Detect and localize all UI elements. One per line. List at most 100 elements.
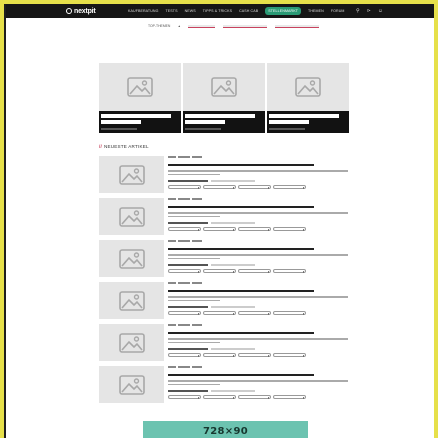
tag-chip[interactable] [238,269,271,273]
article-headline[interactable] [168,290,314,293]
browser-viewport: nextpit KAUFBERATUNG TESTS NEWS TIPPS & … [4,4,434,438]
list-item[interactable] [99,156,349,198]
top-themen-label: TOP-THEMEN [148,24,171,28]
article-author[interactable] [168,306,208,308]
nav-item-tipps-tricks[interactable]: TIPPS & TRICKS [203,7,232,15]
accent-slash-icon: // [99,144,102,149]
featured-caption [99,111,181,133]
tag-chip[interactable] [273,227,306,231]
tag-chip[interactable] [203,311,236,315]
nextpit-logo[interactable]: nextpit [66,7,96,15]
article-teaser [168,212,348,214]
tag-chip[interactable] [238,353,271,357]
top-navigation-bar: nextpit KAUFBERATUNG TESTS NEWS TIPPS & … [6,4,434,18]
featured-caption [267,111,349,133]
tag-chip[interactable] [203,227,236,231]
tag-chip[interactable] [273,395,306,399]
list-item[interactable] [99,324,349,366]
article-teaser [168,173,220,175]
nav-item-stellenmarkt[interactable]: STELLENMARKT [265,7,302,15]
image-placeholder-icon [99,156,164,193]
nav-item-cash-cab[interactable]: CASH CAB [239,7,258,15]
article-author[interactable] [168,348,208,350]
article-author[interactable] [168,264,208,266]
tag-chip[interactable] [168,227,201,231]
top-themen-link[interactable] [188,24,216,28]
list-item[interactable] [99,198,349,240]
article-date [211,306,255,308]
article-author[interactable] [168,390,208,392]
top-themen-bar: TOP-THEMEN ▴ [148,24,320,28]
tag-chip[interactable] [203,269,236,273]
logo-mark-icon [66,8,72,14]
article-teaser [168,296,348,298]
article-teaser [168,254,348,256]
user-icon[interactable]: ☺ [378,7,383,15]
article-headline[interactable] [168,164,314,167]
article-headline[interactable] [168,206,314,209]
nav-item-news[interactable]: NEWS [185,7,196,15]
article-date [211,222,255,224]
header-icons: ⚲ ⋗ ☺ [356,7,383,15]
article-author[interactable] [168,180,208,182]
tag-chip[interactable] [238,311,271,315]
list-item[interactable] [99,366,349,408]
nav-item-forum[interactable]: FORUM [331,7,345,15]
section-title: NEUESTE ARTIKEL [103,144,149,149]
article-headline[interactable] [168,332,314,335]
tag-chip[interactable] [273,353,306,357]
tag-chip[interactable] [168,353,201,357]
image-placeholder-icon [99,198,164,235]
tag-chip[interactable] [273,311,306,315]
article-tags [168,185,306,189]
top-themen-link[interactable] [223,24,268,28]
article-date [211,180,255,182]
tag-chip[interactable] [168,269,201,273]
main-nav: KAUFBERATUNG TESTS NEWS TIPPS & TRICKS C… [128,7,345,15]
tag-chip[interactable] [168,395,201,399]
article-meta [168,366,202,368]
tag-chip[interactable] [168,311,201,315]
article-headline[interactable] [168,248,314,251]
search-icon[interactable]: ⚲ [356,7,360,15]
image-placeholder-icon [267,63,349,111]
ad-size-label: 728×90 [203,426,248,437]
article-tags [168,311,306,315]
image-placeholder-icon [183,63,265,111]
article-tags [168,269,306,273]
featured-card[interactable] [183,63,265,133]
nav-item-tests[interactable]: TESTS [166,7,178,15]
tag-chip[interactable] [238,185,271,189]
article-meta [168,156,202,158]
article-list [99,156,349,408]
article-date [211,390,255,392]
list-item[interactable] [99,240,349,282]
article-tags [168,353,306,357]
tag-chip[interactable] [203,185,236,189]
tag-chip[interactable] [273,269,306,273]
image-placeholder-icon [99,366,164,403]
article-tags [168,227,306,231]
featured-card[interactable] [267,63,349,133]
tag-chip[interactable] [203,395,236,399]
tag-chip[interactable] [238,395,271,399]
article-meta [168,324,202,326]
featured-caption [183,111,265,133]
top-themen-link[interactable] [275,24,320,28]
article-headline[interactable] [168,374,314,377]
share-icon[interactable]: ⋗ [367,7,371,15]
article-meta [168,198,202,200]
article-author[interactable] [168,222,208,224]
nav-item-kaufberatung[interactable]: KAUFBERATUNG [128,7,159,15]
article-teaser [168,341,220,343]
list-item[interactable] [99,282,349,324]
featured-card[interactable] [99,63,181,133]
article-teaser [168,170,348,172]
ad-placeholder[interactable]: 728×90 [143,421,308,438]
tag-chip[interactable] [273,185,306,189]
tag-chip[interactable] [238,227,271,231]
tag-chip[interactable] [168,185,201,189]
tag-chip[interactable] [203,353,236,357]
article-teaser [168,338,348,340]
nav-item-themen[interactable]: THEMEN [308,7,324,15]
